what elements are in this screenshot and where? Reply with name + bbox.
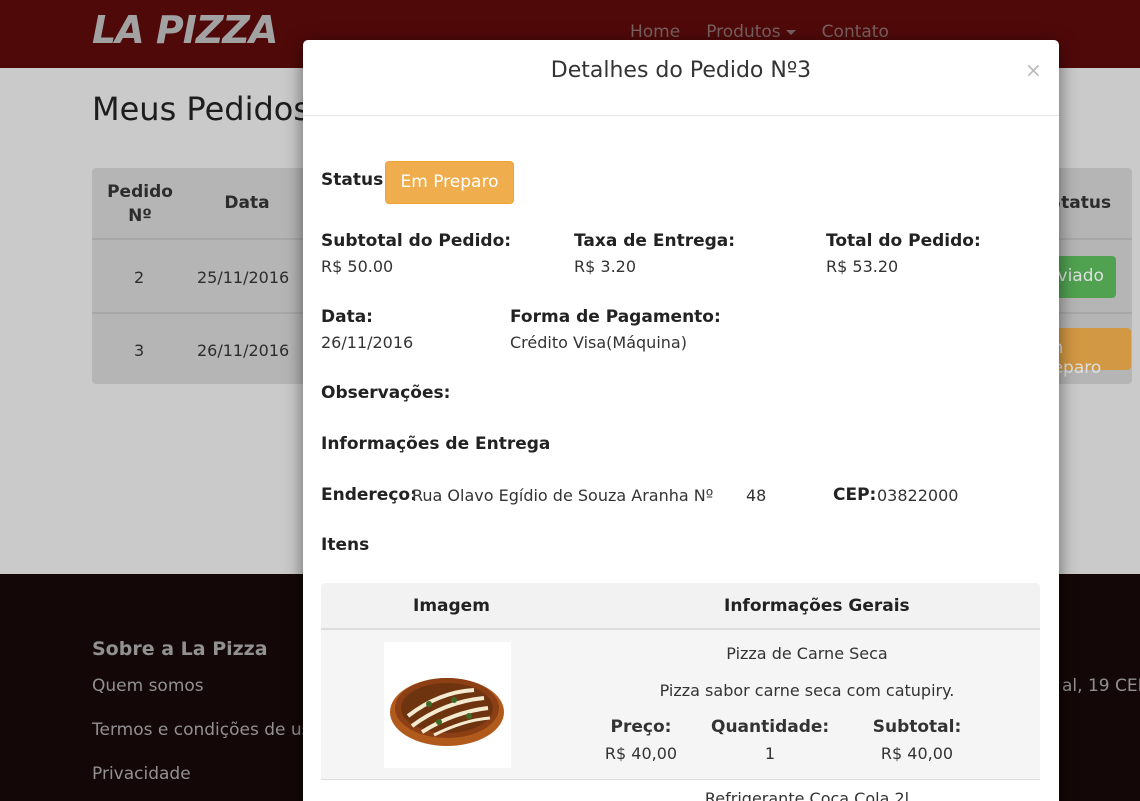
items-table: Imagem Informações Gerais Pizza de Carne… — [321, 583, 1040, 801]
item-name: Pizza de Carne Seca — [726, 644, 888, 663]
column-header-info: Informações Gerais — [724, 596, 910, 616]
entrega-heading: Informações de Entrega — [321, 434, 551, 454]
total-label: Total do Pedido: — [826, 231, 981, 251]
quantidade-label: Quantidade: — [711, 717, 830, 737]
row-divider — [321, 779, 1040, 780]
taxa-label: Taxa de Entrega: — [574, 231, 736, 251]
cep-value: 03822000 — [877, 486, 959, 505]
items-table-header: Imagem Informações Gerais — [321, 583, 1040, 630]
taxa-value: R$ 3.20 — [574, 257, 637, 276]
modal-header: Detalhes do Pedido Nº3 × — [303, 40, 1059, 116]
subtotal-label: Subtotal do Pedido: — [321, 231, 512, 251]
item-name: Refrigerante Coca Cola 2l — [704, 789, 910, 801]
close-icon[interactable]: × — [1025, 58, 1042, 82]
item-subtotal-label: Subtotal: — [872, 717, 962, 737]
itens-heading: Itens — [321, 535, 370, 555]
status-label: Status: — [321, 170, 390, 190]
drink-image — [384, 788, 511, 801]
endereco-label: Endereço: — [321, 485, 417, 505]
pizza-icon — [390, 678, 504, 746]
table-row: Pizza de Carne Seca Pizza sabor carne se… — [321, 630, 1040, 780]
endereco-value: Rua Olavo Egídio de Souza Aranha Nº — [412, 486, 714, 505]
order-details-modal: Detalhes do Pedido Nº3 × Status: Em Prep… — [303, 40, 1059, 801]
endereco-numero: 48 — [746, 486, 767, 505]
data-label: Data: — [321, 307, 373, 327]
quantidade-value: 1 — [764, 744, 776, 763]
preco-value: R$ 40,00 — [604, 744, 678, 763]
column-header-imagem: Imagem — [413, 596, 490, 616]
data-value: 26/11/2016 — [321, 333, 414, 352]
pagamento-label: Forma de Pagamento: — [510, 307, 721, 327]
item-subtotal-value: R$ 40,00 — [880, 744, 954, 763]
pizza-image — [384, 642, 511, 768]
status-badge: Em Preparo — [385, 161, 514, 204]
modal-title: Detalhes do Pedido Nº3 — [550, 58, 812, 83]
item-description: Pizza sabor carne seca com catupiry. — [659, 681, 955, 700]
preco-label: Preço: — [610, 717, 672, 737]
pagamento-value: Crédito Visa(Máquina) — [510, 333, 687, 352]
total-value: R$ 53.20 — [826, 257, 899, 276]
subtotal-value: R$ 50.00 — [321, 257, 394, 276]
cep-label: CEP: — [833, 485, 877, 505]
observacoes-label: Observações: — [321, 383, 451, 403]
